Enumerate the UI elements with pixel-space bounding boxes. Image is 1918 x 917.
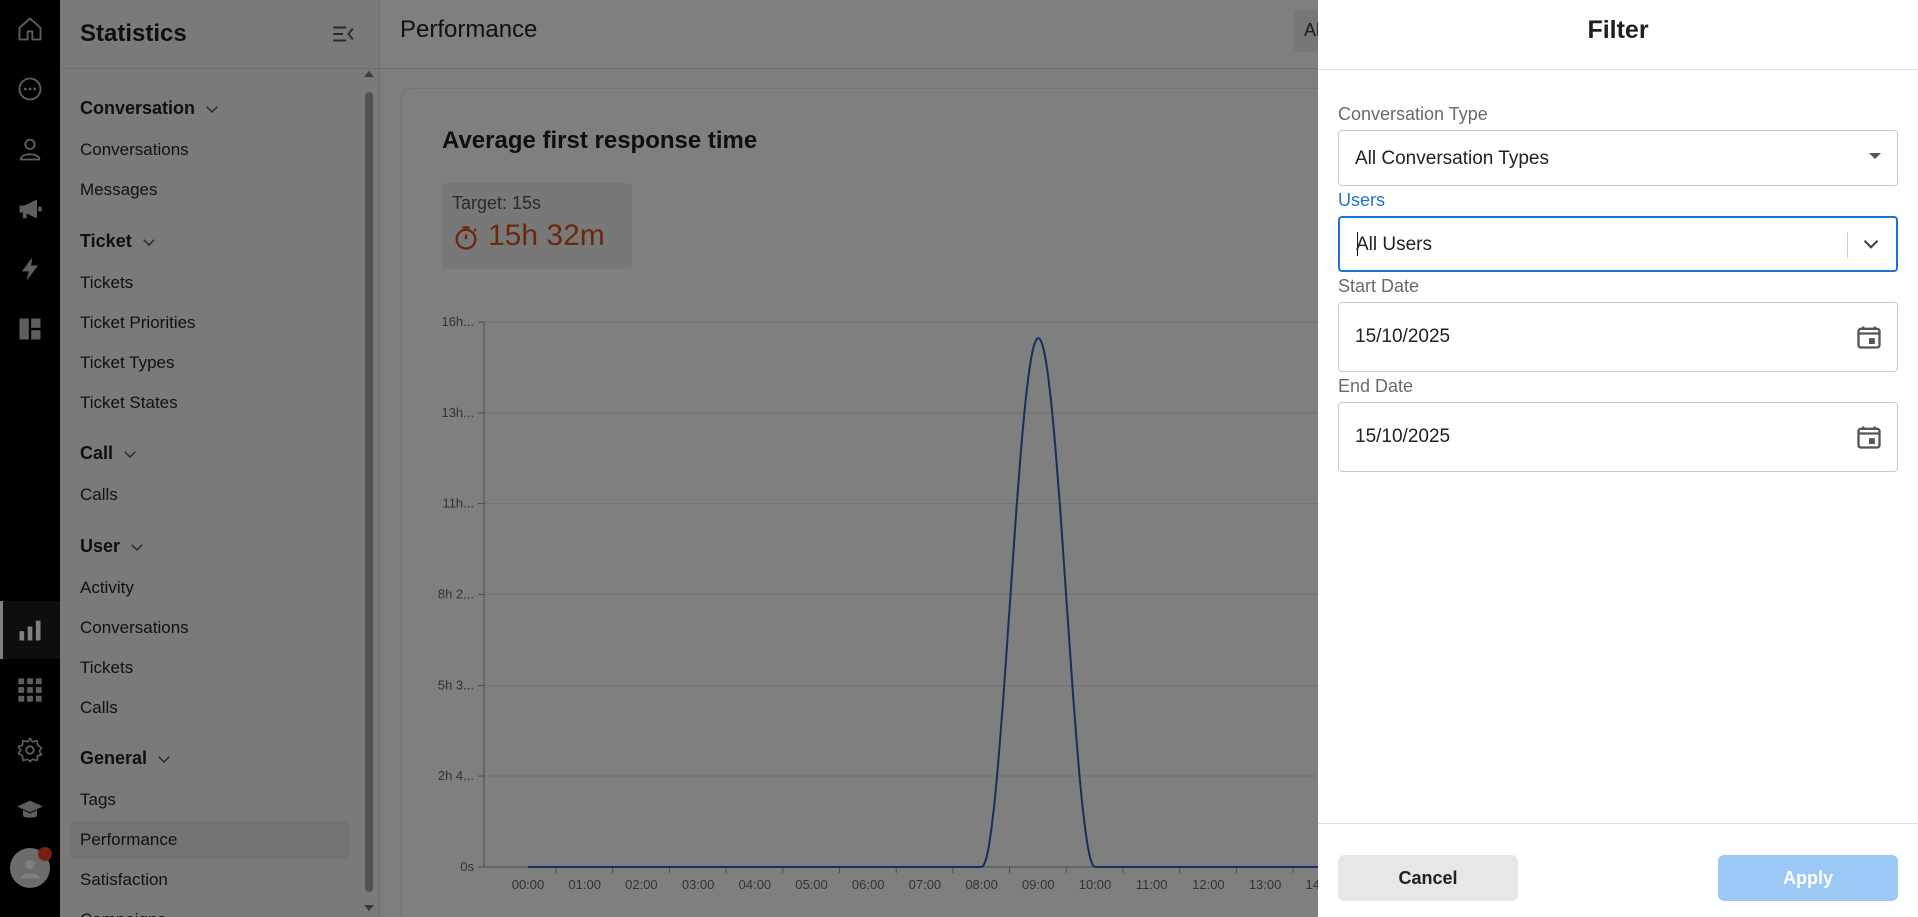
users-select[interactable]: All Users [1338,216,1898,272]
end-date-label: End Date [1338,376,1414,396]
end-date-value: 15/10/2025 [1355,426,1451,447]
conversation-type-select[interactable]: All Conversation Types [1338,130,1898,186]
dropdown-caret-icon [1869,153,1881,159]
select-divider [1847,232,1848,258]
chevron-down-icon[interactable] [1858,231,1884,257]
modal-backdrop[interactable] [0,0,1318,917]
calendar-icon[interactable] [1855,423,1883,451]
start-date-label: Start Date [1338,276,1420,296]
start-date-field[interactable]: 15/10/2025 [1338,302,1898,372]
filter-drawer: Filter Conversation Type All Conversatio… [1318,0,1918,917]
cancel-button[interactable]: Cancel [1338,855,1518,901]
start-date-value: 15/10/2025 [1355,326,1451,347]
conversation-type-label: Conversation Type [1338,104,1488,124]
users-label: Users [1338,190,1386,210]
conversation-type-value: All Conversation Types [1355,148,1549,169]
filter-title: Filter [1587,16,1649,44]
calendar-icon[interactable] [1855,323,1883,351]
filter-header: Filter [1318,0,1918,70]
users-value: All Users [1356,234,1433,255]
filter-footer: Cancel Apply [1318,823,1918,917]
apply-button[interactable]: Apply [1718,855,1898,901]
end-date-field[interactable]: 15/10/2025 [1338,402,1898,472]
